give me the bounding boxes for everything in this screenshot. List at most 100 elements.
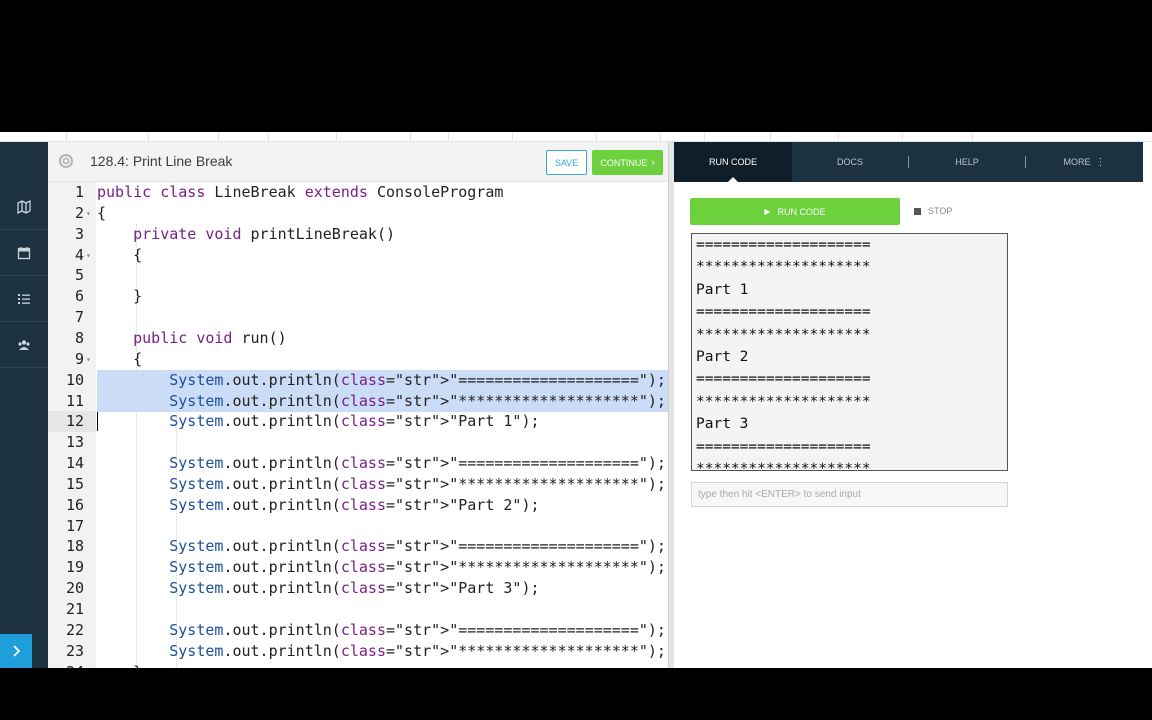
tab-help[interactable]: HELP	[909, 142, 1025, 182]
strip-divider	[902, 132, 903, 141]
code-line[interactable]: 22 System.out.println(class="str">"=====…	[48, 620, 668, 641]
code-editor[interactable]: 1 public class LineBreak extends ConsoleP…	[48, 182, 668, 668]
code-text: System.out.println(class="str">"********…	[169, 474, 666, 493]
expand-sidebar-button[interactable]	[0, 634, 32, 668]
code-text: public void run()	[133, 328, 287, 347]
code-line[interactable]: 13	[48, 432, 668, 453]
code-text: }	[97, 287, 143, 306]
code-line[interactable]: 11 System.out.println(class="str">"*****…	[48, 390, 668, 412]
code-line[interactable]: 12 System.out.println(class="str">"Part …	[48, 411, 668, 433]
code-text: System.out.println(class="str">"========…	[169, 537, 666, 556]
continue-button[interactable]: CONTINUE ›	[592, 150, 663, 175]
strip-divider	[268, 132, 269, 141]
line-number: 8	[74, 328, 84, 347]
nav-calendar-button[interactable]	[0, 230, 48, 276]
strip-divider	[704, 132, 705, 141]
code-line[interactable]: 7	[48, 307, 668, 328]
nav-map-button[interactable]	[0, 184, 48, 230]
code-text: }	[97, 662, 668, 668]
code-line[interactable]: 17	[48, 516, 668, 537]
exercise-title: 128.4: Print Line Break	[90, 153, 233, 169]
strip-divider	[512, 132, 513, 141]
line-number: 22	[65, 620, 84, 639]
line-number: 15	[65, 474, 84, 493]
code-text: System.out.println(class="str">"********…	[169, 558, 666, 577]
stop-button[interactable]: STOP	[914, 204, 952, 218]
code-text: System.out.println(class="str">"Part 1")…	[169, 412, 540, 431]
code-line[interactable]: 21	[48, 599, 668, 620]
play-icon: ▶	[764, 207, 771, 216]
code-text: System.out.println(class="str">"Part 3")…	[169, 579, 540, 598]
line-number: 2	[74, 203, 84, 222]
fold-arrow-icon[interactable]: ▾	[86, 245, 91, 266]
top-strip	[0, 132, 1152, 142]
line-number: 24	[48, 662, 84, 668]
panel-tabs: RUN CODE DOCS HELP MORE ⋮	[674, 142, 1143, 183]
active-tab-pointer	[727, 177, 739, 183]
tab-more-label: MORE	[1063, 157, 1091, 167]
code-text: {	[97, 245, 143, 264]
code-line[interactable]: 4 ▾ {	[48, 245, 668, 266]
code-line[interactable]: 18 System.out.println(class="str">"=====…	[48, 536, 668, 557]
line-number: 1	[74, 183, 84, 201]
code-line[interactable]: 15 System.out.println(class="str">"*****…	[48, 474, 668, 495]
line-number: 10	[65, 370, 84, 389]
console-output: ==================== ********************…	[691, 233, 1008, 471]
nav-group-button[interactable]	[0, 322, 48, 368]
code-line[interactable]: 1 public class LineBreak extends ConsoleP…	[48, 182, 668, 203]
code-line[interactable]: 24 }	[48, 662, 668, 668]
code-line[interactable]: 9 ▾ {	[48, 349, 668, 370]
code-line[interactable]: 23 System.out.println(class="str">"*****…	[48, 641, 668, 662]
line-number: 16	[65, 495, 84, 514]
code-line[interactable]: 10 System.out.println(class="str">"=====…	[48, 369, 668, 391]
code-text: System.out.println(class="str">"========…	[97, 369, 668, 391]
strip-divider	[66, 132, 67, 141]
fold-arrow-icon[interactable]: ▾	[86, 349, 91, 370]
tab-docs[interactable]: DOCS	[792, 142, 908, 182]
code-line[interactable]: 2 ▾ {	[48, 203, 668, 224]
code-line[interactable]: 8 public void run()	[48, 328, 668, 349]
code-text: public class LineBreak extends ConsolePr…	[97, 183, 504, 201]
code-line[interactable]: 14 System.out.println(class="str">"=====…	[48, 453, 668, 474]
code-text: System.out.println(class="str">"********…	[97, 390, 668, 412]
code-text: private void printLineBreak()	[133, 224, 396, 243]
fold-arrow-icon[interactable]: ▾	[86, 203, 91, 224]
code-text: {	[97, 203, 107, 222]
console-input[interactable]: type then hit <ENTER> to send input	[691, 482, 1008, 507]
code-text: System.out.println(class="str">"========…	[169, 620, 666, 639]
code-line[interactable]: 19 System.out.println(class="str">"*****…	[48, 557, 668, 578]
line-number: 23	[65, 641, 84, 660]
nav-list-button[interactable]	[0, 276, 48, 322]
strip-divider	[448, 132, 449, 141]
tab-more[interactable]: MORE ⋮	[1026, 142, 1143, 182]
tab-run-code[interactable]: RUN CODE	[674, 142, 792, 182]
console-line: ====================	[696, 237, 871, 253]
line-number: 17	[65, 516, 84, 535]
line-number: 21	[65, 600, 84, 618]
code-line[interactable]: 16 System.out.println(class="str">"Part …	[48, 495, 668, 516]
line-number: 11	[65, 391, 84, 410]
save-button[interactable]: SAVE	[546, 150, 587, 175]
line-number: 7	[74, 308, 84, 327]
console-line: ********************	[696, 326, 871, 343]
code-line[interactable]: 20 System.out.println(class="str">"Part …	[48, 578, 668, 599]
code-text: System.out.println(class="str">"Part 2")…	[169, 495, 540, 514]
strip-divider	[660, 132, 661, 141]
code-line[interactable]: 6 }	[48, 286, 668, 307]
line-number: 18	[65, 537, 84, 556]
run-code-button[interactable]: ▶ RUN CODE	[690, 198, 900, 225]
app-screen: 128.4: Print Line Break SAVE CONTINUE › …	[0, 132, 1152, 668]
code-line[interactable]: 5	[48, 265, 668, 286]
gear-icon[interactable]	[58, 153, 74, 169]
console-line: ====================	[696, 438, 871, 455]
strip-divider	[410, 132, 411, 141]
line-number: 9	[74, 349, 84, 368]
right-panel: RUN CODE DOCS HELP MORE ⋮ ▶ RUN CODE STO…	[674, 142, 1152, 668]
line-number: 19	[65, 558, 84, 577]
stop-icon	[914, 207, 921, 215]
code-line[interactable]: 3 private void printLineBreak()	[48, 224, 668, 245]
